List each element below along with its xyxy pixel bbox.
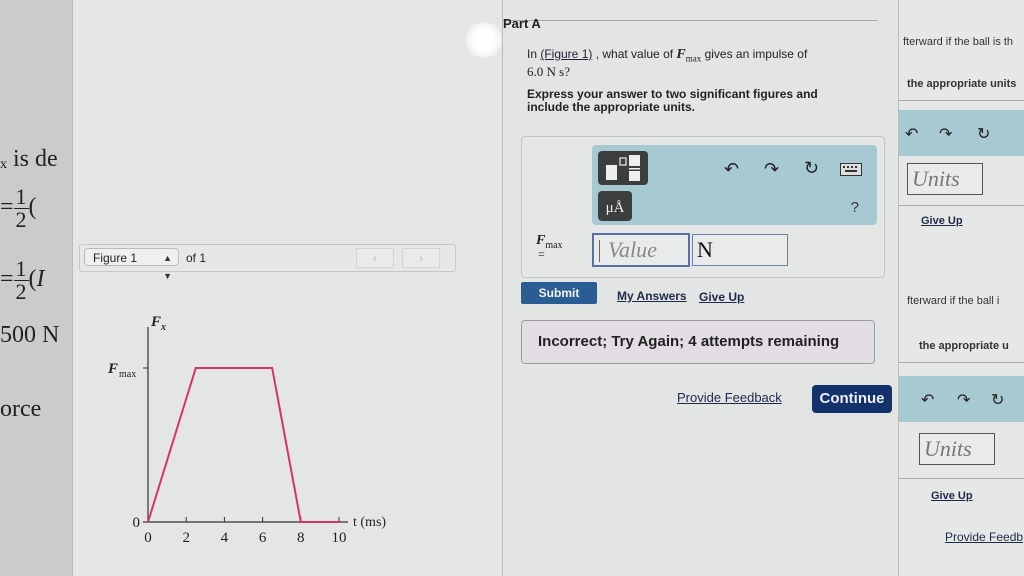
select-arrows-icon: ▲ ▼ xyxy=(163,253,172,281)
figure-panel: Figure 1 ▲ ▼ of 1 ‹ › Fx t (ms) 0 2 4 6 8 10 0… xyxy=(72,0,503,576)
y-tick-label-fmax: F xyxy=(107,361,118,377)
next-figure-button[interactable]: › xyxy=(402,248,440,268)
background-text: the appropriate u xyxy=(919,340,1009,352)
feedback-message: Incorrect; Try Again; 4 attempts remaini… xyxy=(521,320,875,364)
figure-selector-value: Figure 1 xyxy=(93,251,138,265)
answer-box: μÅ ↶ ↷ ↻ ? Fmax = Value N xyxy=(521,136,885,278)
submit-button[interactable]: Submit xyxy=(521,282,597,304)
chevron-left-icon: ‹ xyxy=(373,251,377,265)
background-units-field: Units xyxy=(907,163,983,195)
variable-symbol: F xyxy=(676,47,686,62)
keyboard-icon[interactable] xyxy=(840,160,862,181)
background-text-fragment: ₓ is de xyxy=(0,146,58,172)
divider xyxy=(899,205,1024,206)
background-text-fragment: orce xyxy=(0,396,42,422)
y-axis-label-sub: x xyxy=(160,322,166,333)
figure-link[interactable]: (Figure 1) xyxy=(540,47,592,61)
my-answers-link[interactable]: My Answers xyxy=(617,289,687,303)
background-text: the appropriate units xyxy=(907,78,1017,90)
continue-button[interactable]: Continue xyxy=(812,385,892,413)
text-caret xyxy=(599,240,600,262)
give-up-link[interactable]: Give Up xyxy=(699,290,744,304)
divider xyxy=(899,362,1024,363)
templates-icon xyxy=(606,155,640,181)
screen-glare xyxy=(466,22,502,58)
templates-button[interactable] xyxy=(598,151,648,185)
background-page-right: fterward if the ball is th the appropria… xyxy=(898,0,1024,576)
reset-icon[interactable]: ↻ xyxy=(804,158,819,179)
provide-feedback-link[interactable]: Provide Feedback xyxy=(677,390,782,405)
x-tick-label: 10 xyxy=(332,530,347,546)
value-input[interactable]: Value xyxy=(592,233,690,267)
unit-input[interactable]: N xyxy=(692,234,788,266)
x-tick-label: 0 xyxy=(144,530,152,546)
undo-icon: ↶ xyxy=(905,126,919,143)
question-panel: Part A In (Figure 1) , what value of Fma… xyxy=(502,0,899,576)
figure-count: of 1 xyxy=(186,251,207,265)
background-units-field: Units xyxy=(919,433,995,465)
y-tick-label-fmax-sub: max xyxy=(119,369,136,380)
background-text-fragment: 500 N xyxy=(0,322,60,348)
value-placeholder: Value xyxy=(608,237,657,262)
undo-icon: ↶ xyxy=(921,392,935,409)
chevron-right-icon: › xyxy=(419,251,423,265)
x-tick-label: 2 xyxy=(182,530,190,546)
help-button[interactable]: ? xyxy=(851,199,859,216)
redo-icon: ↷ xyxy=(957,392,971,409)
math-toolbar: μÅ ↶ ↷ ↻ ? xyxy=(592,145,877,225)
reset-icon: ↻ xyxy=(991,392,1005,409)
background-equation-fragment: = 1 2( xyxy=(0,184,37,232)
question-text: In (Figure 1) , what value of Fmax gives… xyxy=(527,47,808,80)
equals-sign: = xyxy=(538,247,545,261)
impulse-value: 6.0 N s? xyxy=(527,64,570,80)
redo-icon: ↷ xyxy=(939,126,953,143)
series-line-fx xyxy=(147,367,339,523)
previous-figure-button[interactable]: ‹ xyxy=(356,248,394,268)
background-give-up-link: Give Up xyxy=(931,490,973,502)
reset-icon: ↻ xyxy=(977,126,991,143)
instructions: Express your answer to two significant f… xyxy=(527,87,818,114)
y-tick-label: 0 xyxy=(133,515,141,531)
divider xyxy=(503,20,878,21)
background-text: fterward if the ball i xyxy=(907,295,1000,307)
units-button[interactable]: μÅ xyxy=(598,191,632,221)
undo-icon[interactable]: ↶ xyxy=(724,159,739,180)
figure-selector[interactable]: Figure 1 ▲ ▼ xyxy=(84,248,179,281)
divider xyxy=(899,100,1024,101)
figure-toolbar: Figure 1 ▲ ▼ of 1 ‹ › xyxy=(79,244,456,281)
x-tick-label: 6 xyxy=(259,530,267,546)
background-text: fterward if the ball is th xyxy=(903,36,1014,48)
background-give-up-link: Give Up xyxy=(921,215,963,227)
force-time-chart: Fx t (ms) 0 2 4 6 8 10 0 F max xyxy=(107,314,386,546)
background-provide-feedback-link: Provide Feedb xyxy=(945,530,1024,544)
y-ticks: 0 F max xyxy=(107,361,148,531)
background-equation-fragment: = 1 2 (I xyxy=(0,256,45,304)
divider xyxy=(899,478,1024,479)
x-tick-label: 4 xyxy=(221,530,229,546)
x-axis-label: t (ms) xyxy=(353,515,386,530)
y-axis-label: Fx xyxy=(150,314,166,333)
part-title: Part A xyxy=(503,16,541,31)
redo-icon[interactable]: ↷ xyxy=(764,159,779,180)
x-tick-label: 8 xyxy=(297,530,305,546)
